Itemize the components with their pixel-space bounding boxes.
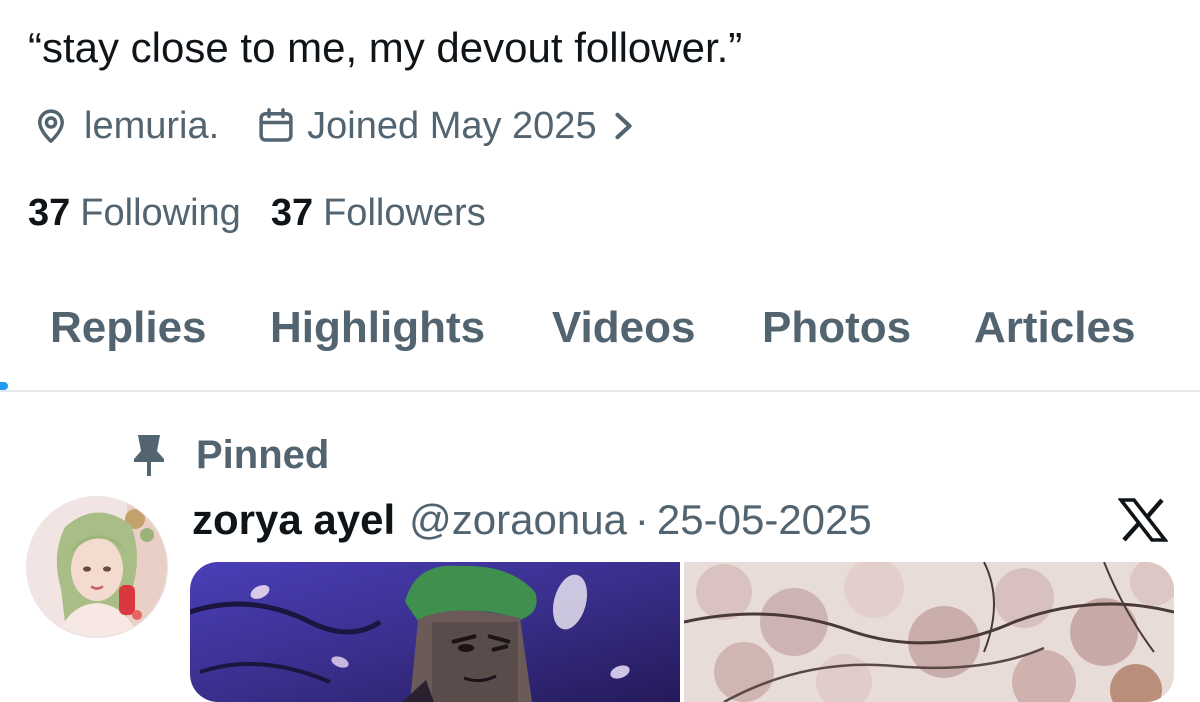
- media-image-anime[interactable]: [190, 562, 680, 702]
- followers-link[interactable]: 37 Followers: [271, 192, 486, 235]
- tab-replies[interactable]: Replies: [50, 290, 207, 366]
- tweet-media[interactable]: [190, 562, 1174, 702]
- author-name[interactable]: zorya ayel: [192, 496, 395, 544]
- location-text: lemuria.: [84, 104, 220, 147]
- pinned-label: Pinned: [196, 432, 330, 477]
- tab-photos[interactable]: Photos: [762, 290, 911, 366]
- profile-bio: “stay close to me, my devout follower.”: [28, 24, 743, 71]
- chevron-right-icon: [614, 112, 632, 140]
- active-tab-indicator: [0, 382, 8, 390]
- media-image-blossoms[interactable]: [684, 562, 1174, 702]
- tabs-divider: [0, 390, 1200, 392]
- tab-highlights[interactable]: Highlights: [270, 290, 485, 366]
- following-link[interactable]: 37 Following: [28, 192, 241, 235]
- join-date-text: Joined May 2025: [307, 104, 597, 147]
- profile-location: lemuria.: [30, 105, 219, 148]
- calendar-icon: [259, 108, 293, 142]
- following-label: Following: [80, 191, 241, 234]
- location-pin-icon: [38, 109, 64, 143]
- profile-meta-row: lemuria. Joined May 2025: [30, 98, 645, 154]
- pin-icon: [134, 435, 164, 476]
- tab-articles[interactable]: Articles: [974, 290, 1135, 366]
- tab-videos[interactable]: Videos: [552, 290, 695, 366]
- following-count: 37: [28, 191, 71, 234]
- followers-count: 37: [270, 191, 314, 234]
- profile-join-date[interactable]: Joined May 2025: [255, 105, 644, 148]
- tweet-date[interactable]: 25-05-2025: [657, 496, 872, 544]
- author-avatar[interactable]: [26, 496, 168, 638]
- profile-stats: 37 Following 37 Followers: [28, 186, 486, 240]
- followers-label: Followers: [323, 191, 486, 234]
- x-logo-icon[interactable]: [1118, 498, 1168, 542]
- author-handle[interactable]: @zoraonua: [409, 496, 627, 544]
- header-separator: ·: [634, 496, 649, 543]
- tweet-header: zorya ayel @zoraonua · 25-05-2025: [192, 490, 872, 550]
- pinned-indicator: Pinned: [132, 428, 329, 482]
- profile-tabs: Replies Highlights Videos Photos Article…: [0, 290, 1200, 366]
